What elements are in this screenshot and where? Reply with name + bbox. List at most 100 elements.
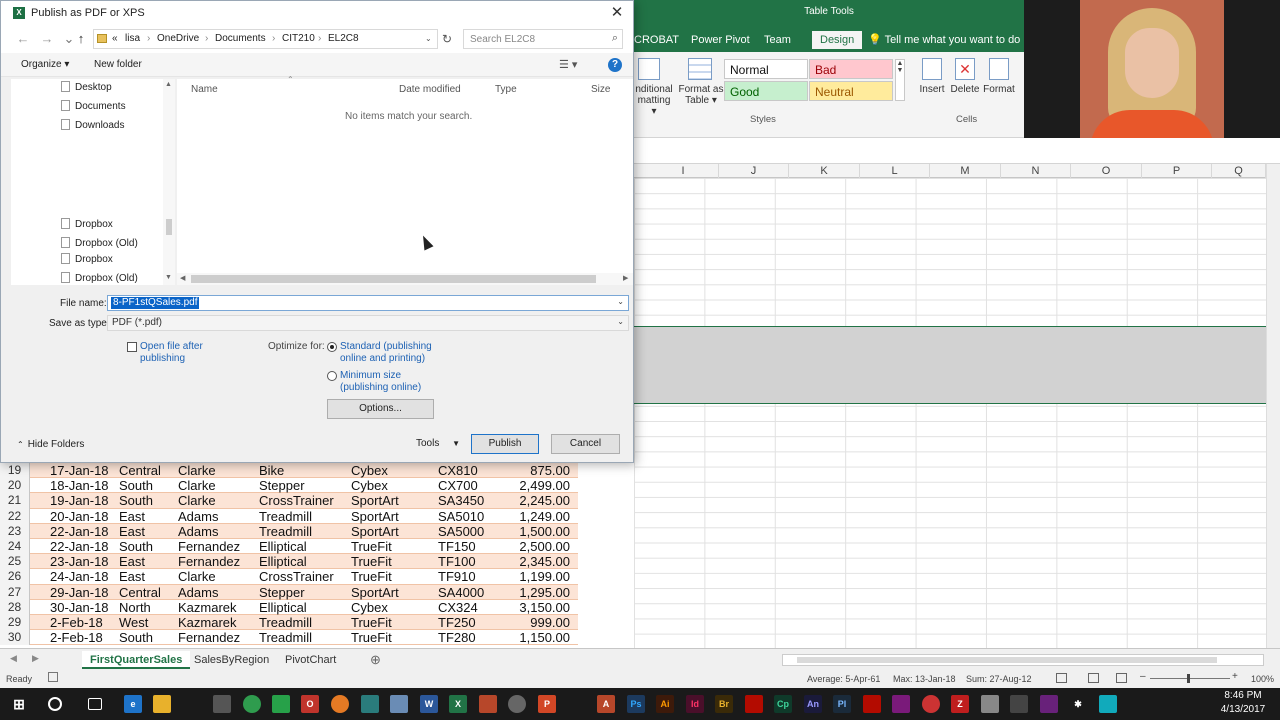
nav-item-downloads[interactable]: Downloads (61, 118, 124, 134)
cell-date[interactable]: 20-Jan-18 (50, 509, 109, 524)
cell-manufacturer[interactable]: SportArt (351, 493, 399, 508)
cell-rep[interactable]: Kazmarek (178, 615, 237, 630)
row-number[interactable]: 30 (0, 630, 30, 646)
nav-item-documents[interactable]: Documents (61, 99, 126, 115)
cell-product[interactable]: Treadmill (259, 509, 312, 524)
sheet-tab-pivot-chart[interactable]: PivotChart (277, 651, 344, 669)
column-date-modified[interactable]: Date modified (399, 84, 461, 95)
sheet-nav-left-icon[interactable]: ◀ (10, 653, 17, 664)
row-number[interactable]: 27 (0, 584, 30, 600)
cell-manufacturer[interactable]: TrueFit (351, 539, 392, 554)
indesign-icon[interactable]: Id (686, 695, 704, 713)
excel-icon[interactable]: X (449, 695, 467, 713)
cell-region[interactable]: East (119, 509, 145, 524)
cell-rep[interactable]: Clarke (178, 478, 216, 493)
app-icon-4[interactable] (892, 695, 910, 713)
cell-product[interactable]: Bike (259, 463, 284, 478)
cell-region[interactable]: South (119, 493, 153, 508)
file-list-hscrollbar[interactable]: ◀ ▶ (177, 273, 633, 285)
delete-button[interactable]: Delete (948, 84, 982, 95)
view-options-icon[interactable]: ☰ ▾ (559, 58, 583, 71)
normal-view-icon[interactable] (1056, 673, 1067, 683)
cell-product[interactable]: CrossTrainer (259, 569, 334, 584)
column-header-l[interactable]: L (860, 164, 930, 178)
format-button[interactable]: Format (982, 84, 1016, 95)
nav-item-dropbox-2[interactable]: Dropbox (61, 252, 113, 268)
cell-region[interactable]: South (119, 539, 153, 554)
app-icon[interactable] (361, 695, 379, 713)
cell-region[interactable]: East (119, 554, 145, 569)
organize-button[interactable]: Organize ▾ (21, 59, 69, 70)
breadcrumb[interactable]: « lisa › OneDrive › Documents › CIT210 ›… (93, 29, 438, 49)
chevron-right-icon[interactable]: › (147, 33, 150, 44)
tools-button[interactable]: Tools ▼ (416, 438, 460, 449)
row-number[interactable]: 29 (0, 614, 30, 631)
cell-date[interactable]: 19-Jan-18 (50, 493, 109, 508)
back-arrow-icon[interactable]: ← (15, 31, 31, 47)
acrobat-reader-icon[interactable] (863, 695, 881, 713)
cell-rep[interactable]: Adams (178, 524, 218, 539)
photoshop-icon[interactable]: Ps (627, 695, 645, 713)
formula-bar[interactable] (634, 138, 1280, 164)
office-icon[interactable]: A (597, 695, 615, 713)
page-break-view-icon[interactable] (1116, 673, 1127, 683)
column-header-j[interactable]: J (719, 164, 789, 178)
cell-rep[interactable]: Fernandez (178, 554, 240, 569)
horizontal-scroll-thumb[interactable] (797, 657, 1217, 663)
cell-product[interactable]: Treadmill (259, 615, 312, 630)
app-icon-8[interactable]: ✱ (1069, 695, 1087, 713)
cell-manufacturer[interactable]: Cybex (351, 463, 388, 478)
cell-date[interactable]: 23-Jan-18 (50, 554, 109, 569)
cell-manufacturer[interactable]: TrueFit (351, 615, 392, 630)
acrobat-icon[interactable] (745, 695, 763, 713)
cell-region[interactable]: East (119, 524, 145, 539)
cell-product[interactable]: Treadmill (259, 524, 312, 539)
nav-item-desktop[interactable]: Desktop (61, 80, 112, 96)
nav-scrollbar[interactable]: ▲ ▼ (163, 79, 175, 285)
windows-start-icon[interactable]: ⊞ (10, 695, 28, 713)
cell-product[interactable]: Stepper (259, 478, 305, 493)
tab-team[interactable]: Team (764, 31, 791, 49)
breadcrumb-onedrive[interactable]: OneDrive (157, 33, 199, 44)
row-number[interactable]: 25 (0, 554, 30, 570)
row-number[interactable]: 26 (0, 569, 30, 585)
cell-amount[interactable]: 1,500.00 (519, 524, 570, 539)
cell-amount[interactable]: 1,249.00 (519, 509, 570, 524)
cell-code[interactable]: TF280 (438, 630, 476, 645)
cell-amount[interactable]: 2,499.00 (519, 478, 570, 493)
app-icon-5[interactable] (922, 695, 940, 713)
optimize-minimum-label[interactable]: Minimum size (publishing online) (340, 370, 450, 394)
nav-scroll-thumb[interactable] (166, 219, 172, 235)
task-view-icon[interactable] (88, 698, 102, 710)
column-type[interactable]: Type (495, 84, 517, 95)
app-icon-6[interactable] (981, 695, 999, 713)
cell-rep[interactable]: Adams (178, 585, 218, 600)
table-row[interactable]: 24 22-Jan-18 South Fernandez Elliptical … (0, 538, 580, 555)
scroll-up-icon[interactable]: ▲ (165, 81, 172, 88)
cell-date[interactable]: 29-Jan-18 (50, 585, 109, 600)
cell-amount[interactable]: 999.00 (530, 615, 570, 630)
cell-date[interactable]: 22-Jan-18 (50, 524, 109, 539)
cell-amount[interactable]: 1,150.00 (519, 630, 570, 645)
cell-code[interactable]: SA4000 (438, 585, 484, 600)
cell-region[interactable]: East (119, 569, 145, 584)
chevron-down-icon[interactable]: ⌄ (617, 297, 624, 306)
zoom-slider-thumb[interactable] (1187, 674, 1190, 683)
add-sheet-icon[interactable]: ⊕ (362, 651, 389, 669)
close-button[interactable]: ✕ (607, 3, 627, 23)
cell-rep[interactable]: Fernandez (178, 539, 240, 554)
scroll-down-icon[interactable]: ▼ (165, 274, 172, 281)
cancel-button[interactable]: Cancel (551, 434, 620, 454)
edge-icon[interactable]: e (124, 695, 142, 713)
cell-region[interactable]: Central (119, 585, 161, 600)
horizontal-scrollbar[interactable] (782, 654, 1264, 666)
zoom-out-icon[interactable]: – (1140, 671, 1146, 682)
cell-amount[interactable]: 2,245.00 (519, 493, 570, 508)
chrome-icon[interactable] (243, 695, 261, 713)
row-number[interactable]: 19 (0, 463, 30, 479)
table-row[interactable]: 21 19-Jan-18 South Clarke CrossTrainer S… (0, 493, 580, 509)
refresh-icon[interactable]: ↻ (439, 30, 455, 48)
style-bad[interactable]: Bad (809, 59, 893, 79)
tab-design[interactable]: Design (812, 31, 863, 49)
cell-amount[interactable]: 875.00 (530, 463, 570, 478)
